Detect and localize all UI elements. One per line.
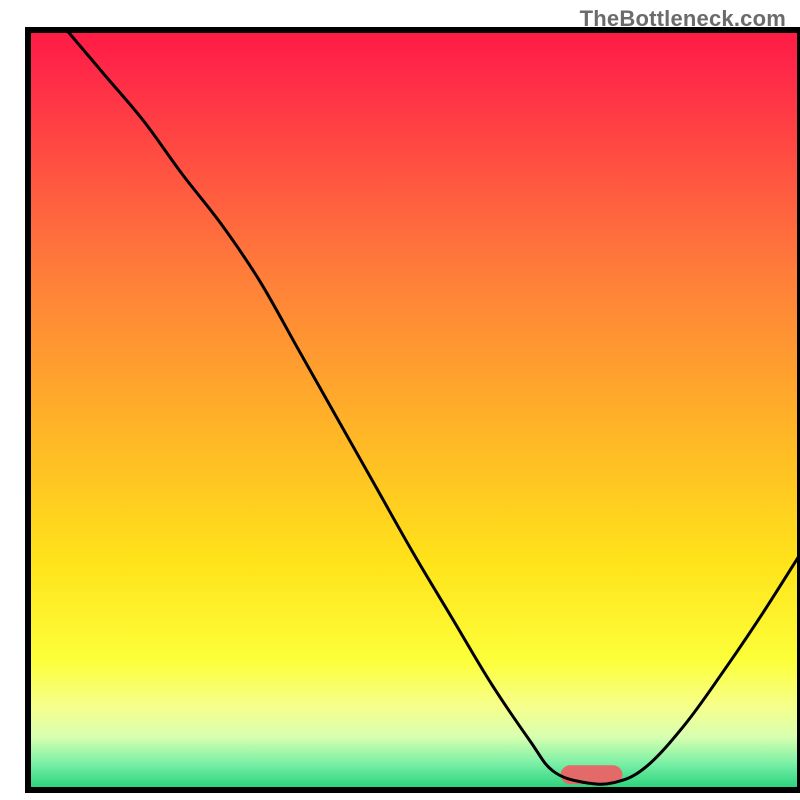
chart-svg xyxy=(0,0,800,800)
chart-container: TheBottleneck.com xyxy=(0,0,800,800)
chart-background xyxy=(28,30,800,790)
watermark-text: TheBottleneck.com xyxy=(580,6,786,32)
